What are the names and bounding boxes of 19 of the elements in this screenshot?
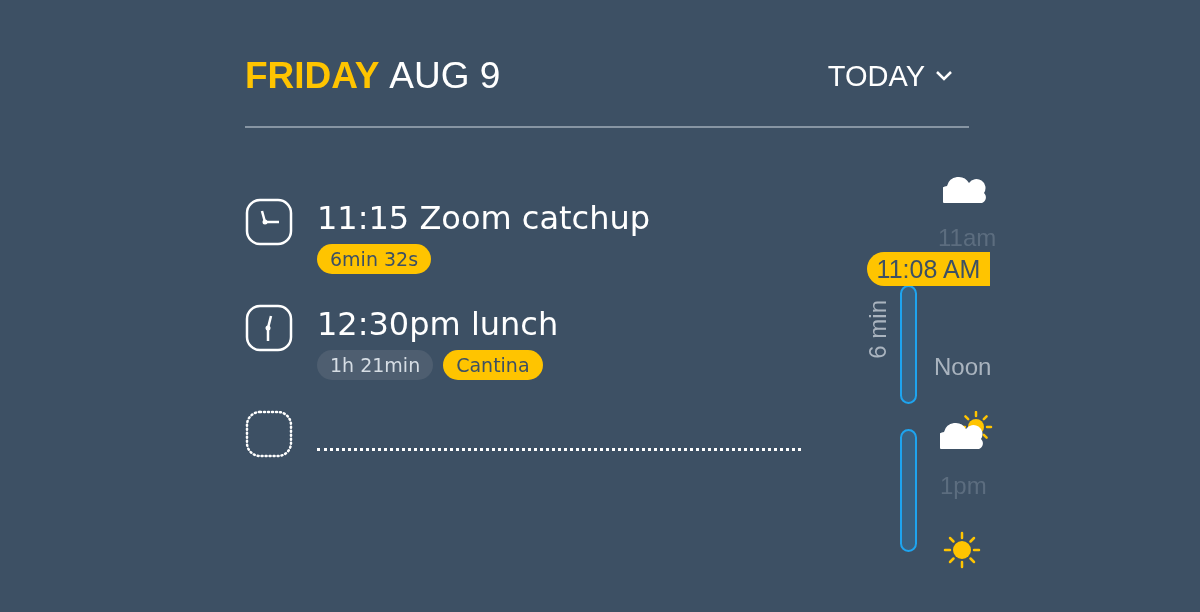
event-tag: 1h 21min [317,350,434,380]
day-label: FRIDAY [245,55,380,97]
clock-icon [245,198,293,246]
range-dropdown[interactable]: TODAY [827,59,953,93]
sun-icon [942,530,982,570]
partly-sunny-icon [940,411,994,451]
event-title: 12:30pm lunch [317,304,559,344]
gap-label: 6 min [864,300,892,359]
empty-slot-icon [245,410,293,458]
fill-in-line[interactable] [317,448,801,451]
current-time-badge: 11:08 AM [867,252,990,286]
cloud-icon [943,175,987,205]
hour-label: Noon [934,353,992,381]
event-tag: Cantina [443,350,543,380]
chevron-down-icon [935,70,953,82]
clock-icon [245,304,293,352]
event-title: 11:15 Zoom catchup [317,198,651,238]
event-tag: 6min 32s [317,244,432,274]
date-label: AUG 9 [389,55,501,97]
